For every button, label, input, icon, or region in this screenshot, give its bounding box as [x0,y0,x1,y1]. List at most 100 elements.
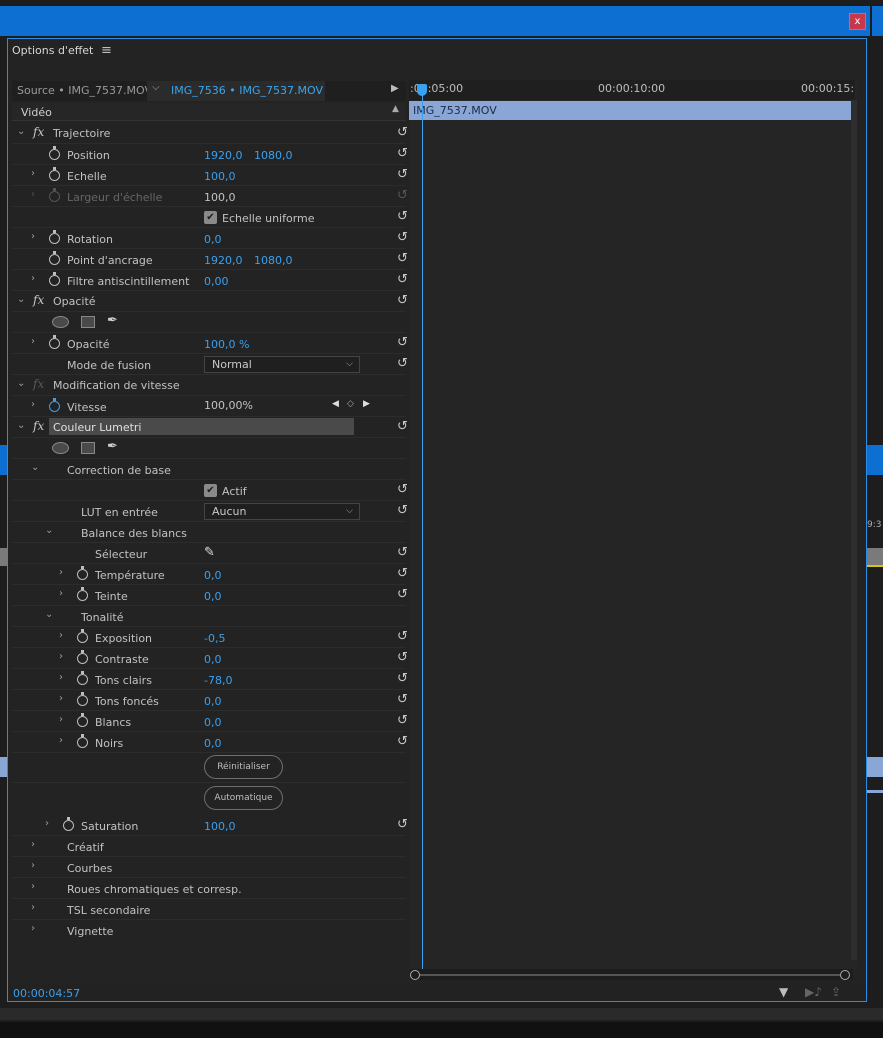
blancs-value[interactable]: 0,0 [204,716,222,729]
stopwatch-icon[interactable] [49,272,60,286]
chevron-right-icon[interactable]: › [31,273,35,284]
temperature-value[interactable]: 0,0 [204,569,222,582]
rectangle-mask-icon[interactable] [81,316,95,328]
stopwatch-icon[interactable] [77,671,88,685]
exposition-value[interactable]: -0,5 [204,632,225,645]
chevron-down-icon[interactable]: ⌄ [31,462,39,473]
position-x-value[interactable]: 1920,0 [204,149,243,162]
pen-mask-icon[interactable]: ✒ [107,313,118,328]
chevron-right-icon[interactable]: › [31,336,35,347]
chevron-right-icon[interactable]: › [31,839,35,850]
chevron-down-icon[interactable]: ⌄ [17,378,25,389]
stopwatch-icon[interactable] [49,398,60,412]
stopwatch-icon[interactable] [49,230,60,244]
scrollbar-left-handle[interactable] [410,970,420,980]
group-row-tonalite[interactable]: ⌄ Tonalité [12,606,406,627]
chevron-right-icon[interactable]: › [59,693,63,704]
ellipse-mask-icon[interactable] [52,316,69,328]
effect-row-opacite[interactable]: ⌄ fx Opacité ↺ [12,291,408,312]
echelle-value[interactable]: 100,0 [204,170,236,183]
stopwatch-icon[interactable] [63,817,74,831]
chevron-right-icon[interactable]: › [31,168,35,179]
chevron-down-icon[interactable]: ⌄ [17,420,25,431]
stopwatch-icon[interactable] [77,629,88,643]
playhead-handle[interactable] [417,84,427,96]
chevron-down-icon[interactable]: ⌄ [45,525,53,536]
chevron-down-icon[interactable]: ⌄ [17,126,25,137]
effect-timeline[interactable] [409,80,857,970]
chevron-right-icon[interactable]: › [59,630,63,641]
chevron-down-icon[interactable]: ⌵ [152,82,160,93]
echelle-uniforme-checkbox[interactable]: ✔ [204,211,217,224]
tons-fonces-value[interactable]: 0,0 [204,695,222,708]
close-button[interactable]: x [849,13,866,30]
chevron-right-icon[interactable]: › [31,231,35,242]
filter-icon[interactable]: ▼ [779,985,788,999]
chevron-right-icon[interactable]: › [59,588,63,599]
stopwatch-icon[interactable] [49,167,60,181]
chevron-right-icon[interactable]: › [45,818,49,829]
pen-mask-icon[interactable]: ✒ [107,439,118,454]
fx-icon[interactable]: fx [33,419,44,433]
chevron-down-icon[interactable]: ⌄ [45,609,53,620]
ancrage-y-value[interactable]: 1080,0 [254,254,293,267]
vertical-scrollbar[interactable] [851,100,857,960]
group-row-vignette[interactable]: › Vignette [12,920,406,941]
effect-row-vitesse[interactable]: ⌄ fx Modification de vitesse [12,375,406,396]
rectangle-mask-icon[interactable] [81,442,95,454]
tons-clairs-value[interactable]: -78,0 [204,674,232,687]
chevron-right-icon[interactable]: › [59,651,63,662]
chevron-right-icon[interactable]: › [31,902,35,913]
group-row-creatif[interactable]: › Créatif [12,836,406,857]
group-row-roues[interactable]: › Roues chromatiques et corresp. [12,878,406,899]
chevron-right-icon[interactable]: › [59,672,63,683]
stopwatch-icon[interactable] [77,713,88,727]
chevron-right-icon[interactable]: › [31,399,35,410]
add-keyframe-icon[interactable]: ◇ [347,399,354,409]
stopwatch-icon[interactable] [77,734,88,748]
actif-checkbox[interactable]: ✔ [204,484,217,497]
scrollbar-right-handle[interactable] [840,970,850,980]
scrollbar-track[interactable] [420,974,840,976]
saturation-value[interactable]: 100,0 [204,820,236,833]
effect-row-trajectoire[interactable]: ⌄ fx Trajectoire ↺ [12,123,408,144]
play-icon[interactable]: ▶ [391,83,399,94]
fx-icon[interactable]: fx [33,125,44,139]
ancrage-x-value[interactable]: 1920,0 [204,254,243,267]
noirs-value[interactable]: 0,0 [204,737,222,750]
stopwatch-icon[interactable] [77,650,88,664]
next-keyframe-icon[interactable]: ▶ [363,399,370,409]
group-row-balance[interactable]: ⌄ Balance des blancs [12,522,406,543]
stopwatch-icon[interactable] [49,146,60,160]
source-tab[interactable]: Source • IMG_7537.MOV [17,84,152,97]
group-row-courbes[interactable]: › Courbes [12,857,406,878]
chevron-right-icon[interactable]: › [59,714,63,725]
group-row-correction[interactable]: ⌄ Correction de base [12,459,406,480]
active-clip-label[interactable]: IMG_7536 • IMG_7537.MOV [171,84,323,97]
stopwatch-icon[interactable] [77,692,88,706]
stopwatch-icon[interactable] [77,566,88,580]
stopwatch-icon[interactable] [77,587,88,601]
panel-menu-icon[interactable]: ≡ [101,43,112,58]
play-audio-icon[interactable]: ▶♪ [805,985,822,999]
teinte-value[interactable]: 0,0 [204,590,222,603]
prev-keyframe-icon[interactable]: ◀ [332,399,339,409]
chevron-down-icon[interactable]: ⌄ [17,294,25,305]
export-icon[interactable]: ⇪ [831,985,841,999]
antiscint-value[interactable]: 0,00 [204,275,229,288]
contraste-value[interactable]: 0,0 [204,653,222,666]
chevron-right-icon[interactable]: › [59,567,63,578]
group-row-tsl[interactable]: › TSL secondaire [12,899,406,920]
position-y-value[interactable]: 1080,0 [254,149,293,162]
rotation-value[interactable]: 0,0 [204,233,222,246]
chevron-right-icon[interactable]: › [31,860,35,871]
reinitialiser-button[interactable]: Réinitialiser [204,755,283,779]
chevron-right-icon[interactable]: › [59,735,63,746]
chevron-right-icon[interactable]: › [31,923,35,934]
effect-row-lumetri[interactable]: ⌄ fx Couleur Lumetri ↺ [12,417,408,438]
chevron-right-icon[interactable]: › [31,881,35,892]
ellipse-mask-icon[interactable] [52,442,69,454]
scroll-up-icon[interactable]: ▲ [392,104,399,114]
eyedropper-icon[interactable]: ✎ [204,545,215,560]
lut-dropdown[interactable]: Aucun ⌵ [204,503,360,520]
